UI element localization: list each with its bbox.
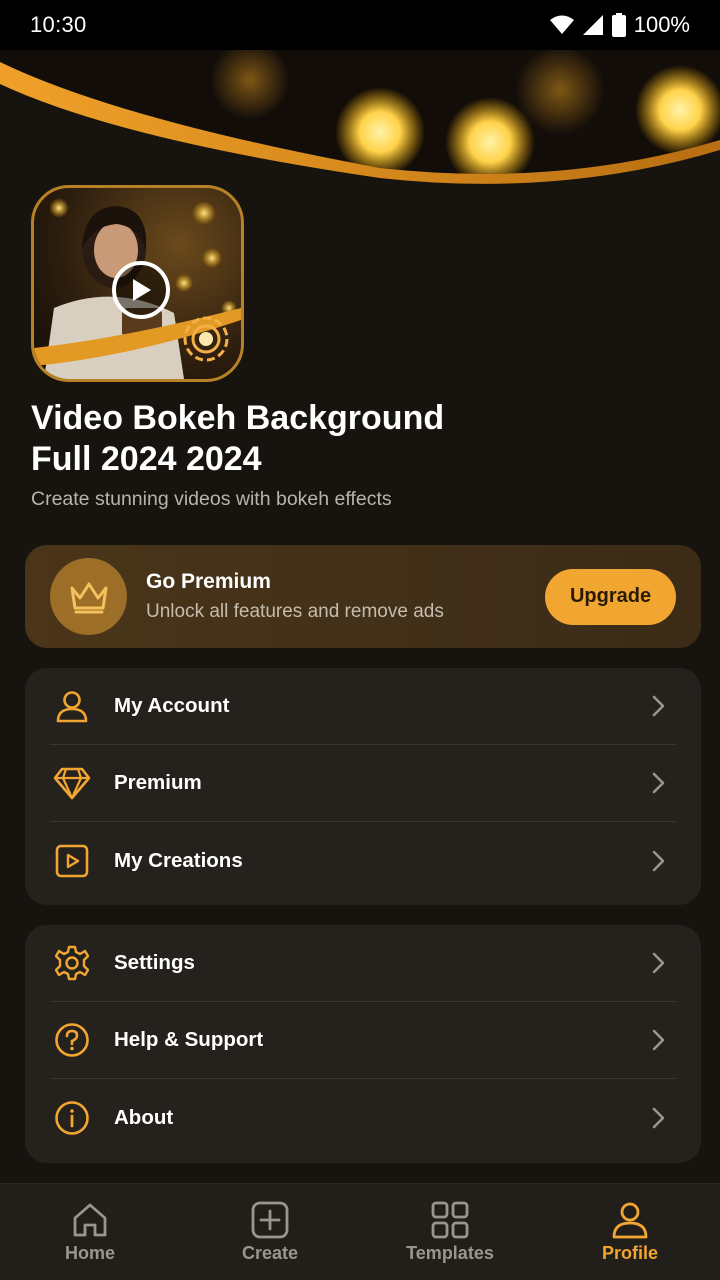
menu-item-premium[interactable]: Premium bbox=[50, 745, 676, 822]
chevron-right-icon bbox=[652, 1029, 665, 1051]
menu-item-my-creations[interactable]: My Creations bbox=[50, 822, 676, 899]
menu-item-help-support[interactable]: Help & Support bbox=[50, 1002, 676, 1079]
plus-square-icon bbox=[251, 1201, 289, 1238]
diamond-icon bbox=[50, 761, 94, 805]
app-title: Video Bokeh Background Full 2024 2024 bbox=[31, 398, 591, 480]
chevron-right-icon bbox=[652, 850, 665, 871]
settings-menu-card: Settings Help & Support About bbox=[25, 925, 701, 1163]
nav-profile[interactable]: Profile bbox=[540, 1184, 720, 1280]
upgrade-button[interactable]: Upgrade bbox=[545, 568, 676, 625]
menu-item-label: My Account bbox=[114, 694, 230, 717]
menu-item-about[interactable]: About bbox=[50, 1079, 676, 1156]
app-title-line-1: Video Bokeh Background bbox=[31, 399, 445, 437]
menu-item-label: My Creations bbox=[114, 848, 243, 872]
menu-item-label: Settings bbox=[114, 951, 195, 974]
gear-icon bbox=[50, 941, 94, 985]
premium-subtitle: Unlock all features and remove ads bbox=[146, 601, 444, 622]
bokeh-target-icon bbox=[182, 315, 230, 363]
profile-screen: 10:30 100% Video Bokeh Background Full 2… bbox=[0, 0, 720, 1280]
crown-icon bbox=[70, 582, 107, 613]
app-thumbnail[interactable] bbox=[31, 185, 244, 382]
nav-create[interactable]: Create bbox=[180, 1184, 360, 1280]
info-icon bbox=[50, 1096, 94, 1140]
app-subtitle: Create stunning videos with bokeh effect… bbox=[31, 488, 392, 510]
grid-icon bbox=[431, 1201, 469, 1238]
nav-label: Templates bbox=[406, 1242, 494, 1263]
chevron-right-icon bbox=[652, 952, 665, 974]
menu-item-label: Premium bbox=[114, 771, 202, 794]
status-time: 10:30 bbox=[30, 12, 87, 37]
home-icon bbox=[73, 1203, 107, 1236]
battery-percent: 100% bbox=[633, 12, 690, 37]
nav-templates[interactable]: Templates bbox=[360, 1184, 540, 1280]
nav-home[interactable]: Home bbox=[0, 1184, 180, 1280]
play-square-icon bbox=[50, 839, 94, 883]
chevron-right-icon bbox=[652, 772, 665, 794]
wifi-icon bbox=[549, 15, 574, 34]
menu-item-label: About bbox=[114, 1105, 174, 1129]
battery-icon bbox=[611, 13, 626, 37]
header-bokeh-banner bbox=[0, 50, 720, 200]
signal-icon bbox=[582, 15, 603, 35]
app-title-line-2: Full 2024 2024 bbox=[31, 440, 262, 478]
premium-title: Go Premium bbox=[146, 570, 271, 593]
user-icon bbox=[612, 1202, 648, 1238]
nav-label: Create bbox=[241, 1242, 299, 1263]
user-icon bbox=[50, 684, 94, 728]
account-menu-card: My Account Premium My Creations bbox=[25, 668, 701, 905]
bottom-navigation: Home Create Templates Profile bbox=[0, 1183, 720, 1280]
nav-label: Home bbox=[64, 1242, 115, 1263]
crown-badge bbox=[50, 558, 127, 635]
chevron-right-icon bbox=[652, 1107, 665, 1128]
status-bar: 10:30 100% bbox=[0, 0, 720, 50]
menu-item-my-account[interactable]: My Account bbox=[50, 668, 676, 745]
help-circle-icon bbox=[50, 1018, 94, 1062]
go-premium-card[interactable]: Go Premium Unlock all features and remov… bbox=[25, 545, 701, 648]
chevron-right-icon bbox=[652, 695, 665, 717]
nav-label: Profile bbox=[601, 1242, 658, 1263]
status-icons: 100% bbox=[549, 12, 690, 38]
play-icon[interactable] bbox=[112, 261, 170, 319]
menu-item-label: Help & Support bbox=[114, 1028, 264, 1051]
menu-item-settings[interactable]: Settings bbox=[50, 925, 676, 1002]
